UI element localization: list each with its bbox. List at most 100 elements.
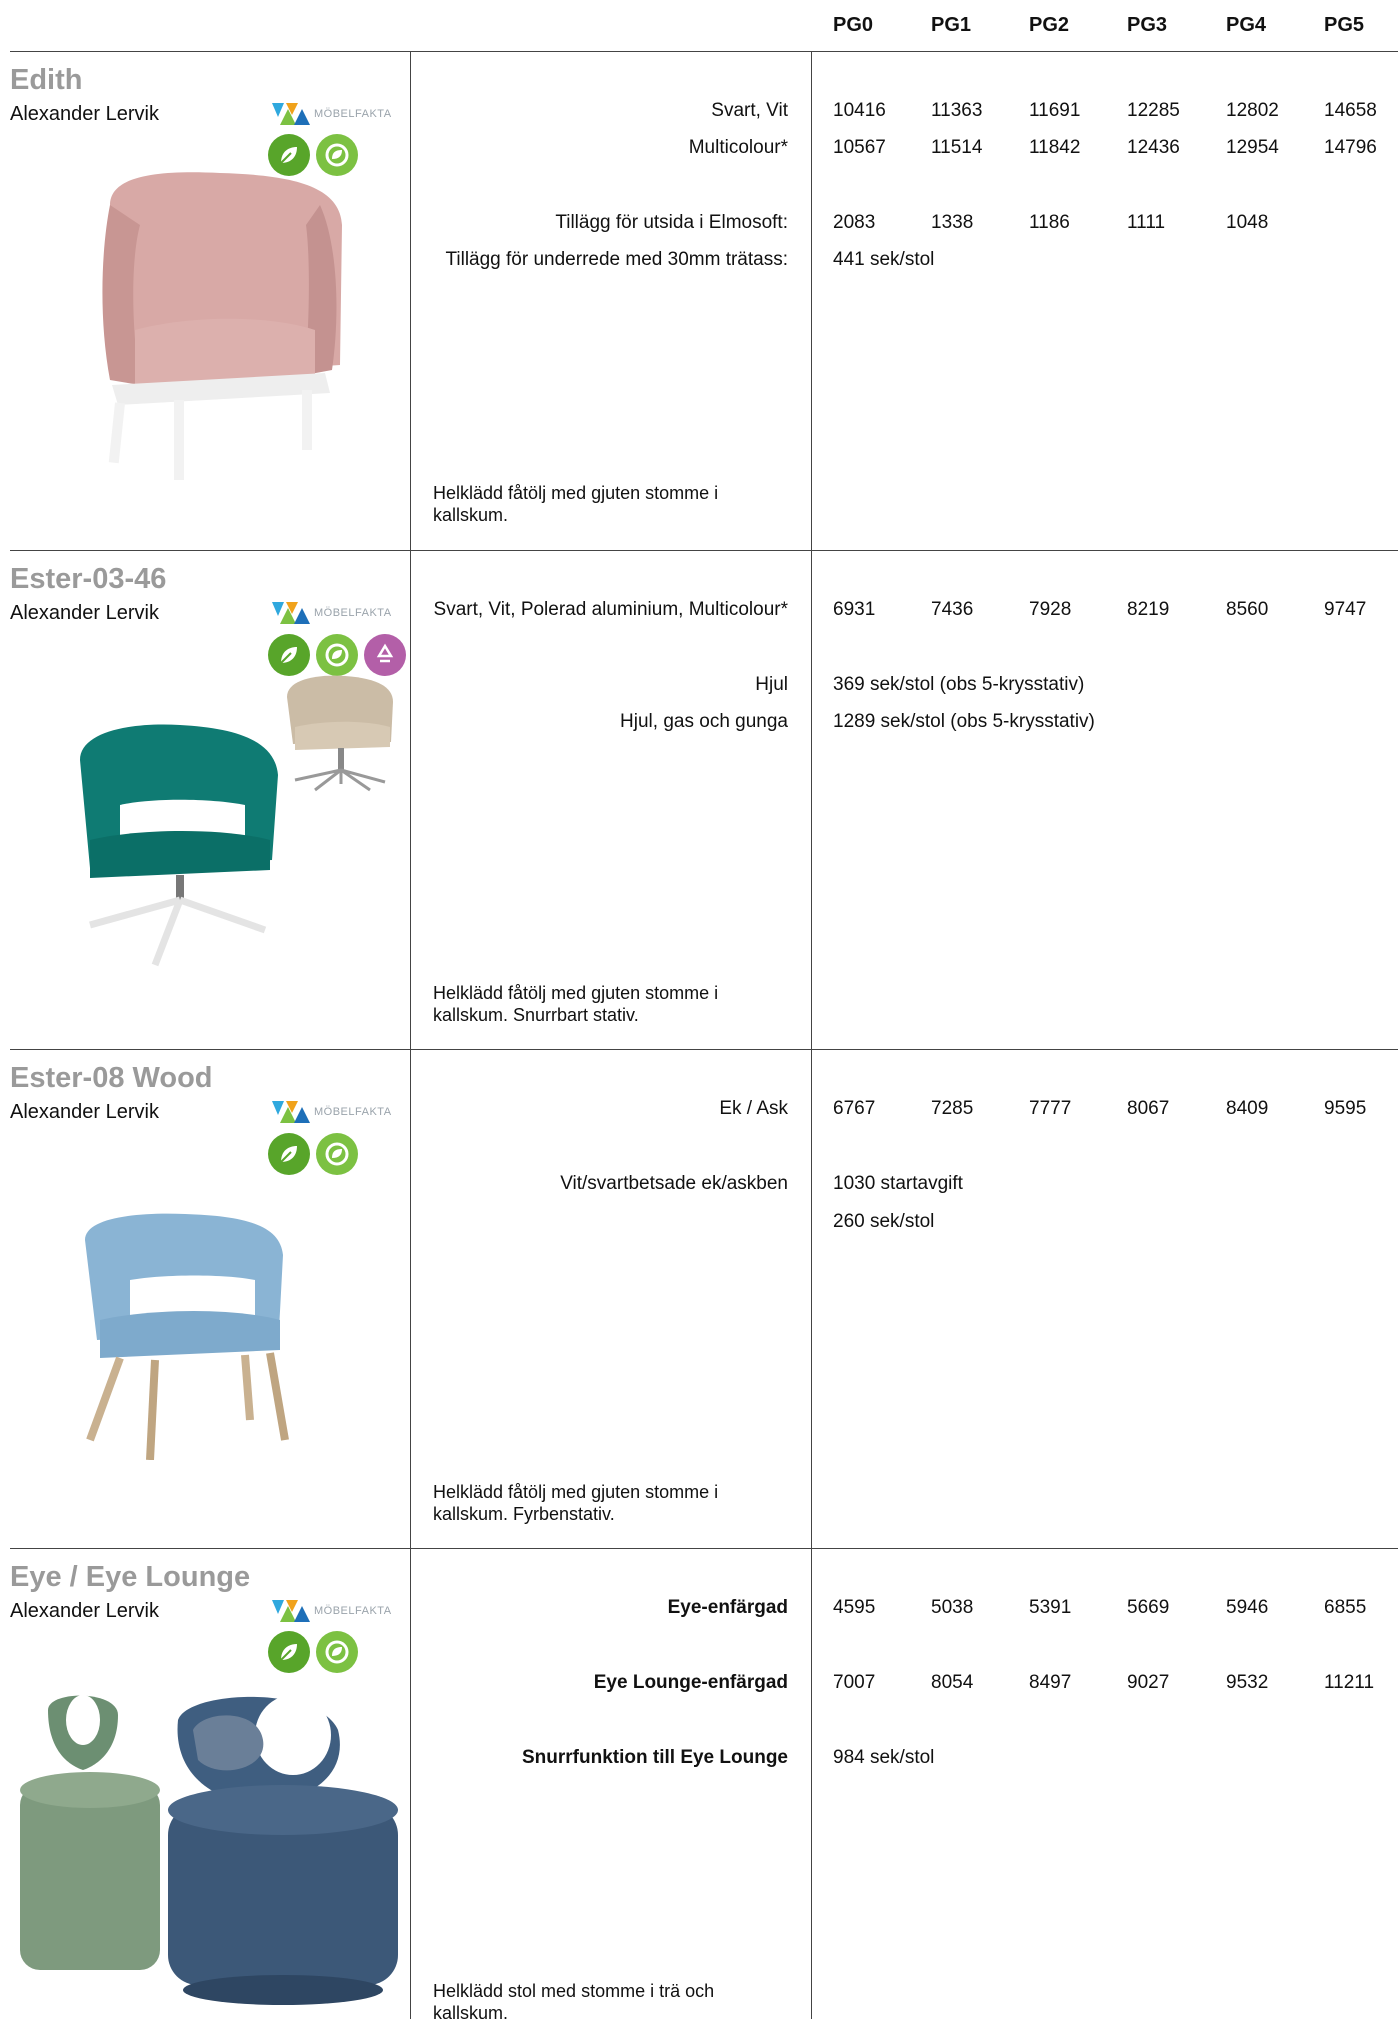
divider bbox=[10, 1548, 1398, 1549]
price-pg2: 7928 bbox=[1029, 599, 1072, 620]
price-group-header: PG0 PG1 PG2 PG3 PG4 PG5 bbox=[0, 0, 1399, 52]
mobelfakta-logo-icon: MÖBELFAKTA bbox=[272, 103, 392, 125]
price-pg3: 1111 bbox=[1127, 212, 1166, 233]
price-pg2: 11691 bbox=[1029, 100, 1081, 121]
price-pg5: 14796 bbox=[1324, 137, 1377, 158]
ester-swivel-teal-image bbox=[80, 724, 278, 967]
price-pg2: 5391 bbox=[1029, 1597, 1072, 1618]
mobelfakta-logo-text: MÖBELFAKTA bbox=[314, 1106, 392, 1118]
price-pg4: 9532 bbox=[1226, 1672, 1269, 1693]
mobelfakta-logo-text: MÖBELFAKTA bbox=[314, 108, 392, 120]
column-divider bbox=[410, 51, 411, 2019]
mobelfakta-logo-text: MÖBELFAKTA bbox=[314, 607, 392, 619]
eye-chairs-image bbox=[20, 1695, 398, 2005]
product-designer: Alexander Lervik bbox=[10, 602, 159, 624]
variant-label: Vit/svartbetsade ek/askben bbox=[560, 1173, 788, 1194]
price-note: 984 sek/stol bbox=[833, 1747, 935, 1768]
divider bbox=[10, 51, 1398, 52]
price-pg0: 6767 bbox=[833, 1098, 876, 1119]
product-designer: Alexander Lervik bbox=[10, 1600, 159, 1622]
variant-label: Svart, Vit bbox=[711, 100, 788, 121]
eco-badges bbox=[268, 1133, 358, 1175]
price-pg3: 9027 bbox=[1127, 1672, 1170, 1693]
price-pg1: 5038 bbox=[931, 1597, 974, 1618]
header-pg0: PG0 bbox=[833, 14, 874, 36]
recycle-leaf-icon bbox=[316, 634, 358, 676]
price-pg5: 6855 bbox=[1324, 1597, 1367, 1618]
mobelfakta-logo-text: MÖBELFAKTA bbox=[314, 1605, 392, 1617]
price-pg4: 8560 bbox=[1226, 599, 1269, 620]
variant-label: Svart, Vit, Polerad aluminium, Multicolo… bbox=[433, 599, 788, 620]
price-note: 1030 startavgift bbox=[833, 1173, 963, 1194]
product-designer: Alexander Lervik bbox=[10, 103, 159, 125]
eco-badges bbox=[268, 1631, 358, 1673]
price-pg4: 8409 bbox=[1226, 1098, 1269, 1119]
eco-badges bbox=[268, 634, 406, 676]
product-description: Helklädd fåtölj med gjuten stomme i kall… bbox=[433, 1482, 719, 1524]
price-pg0: 10416 bbox=[833, 100, 886, 121]
header-pg3: PG3 bbox=[1127, 14, 1168, 36]
product-name: Edith bbox=[10, 64, 83, 96]
price-note: 369 sek/stol (obs 5-krysstativ) bbox=[833, 674, 1085, 695]
price-pg0: 2083 bbox=[833, 212, 876, 233]
leaf-icon bbox=[268, 634, 310, 676]
header-pg4: PG4 bbox=[1226, 14, 1267, 36]
product-name: Ester-08 Wood bbox=[10, 1062, 213, 1094]
price-pg4: 12954 bbox=[1226, 137, 1279, 158]
variant-label: Eye Lounge-enfärgad bbox=[593, 1672, 788, 1693]
price-pg1: 8054 bbox=[931, 1672, 974, 1693]
recycle-leaf-icon bbox=[316, 1631, 358, 1673]
recycle-leaf-icon bbox=[316, 1133, 358, 1175]
price-pg2: 7777 bbox=[1029, 1098, 1072, 1119]
price-pg1: 7436 bbox=[931, 599, 974, 620]
price-pg1: 11363 bbox=[931, 100, 983, 121]
price-pg5: 9595 bbox=[1324, 1098, 1367, 1119]
price-pg2: 1186 bbox=[1029, 212, 1070, 233]
price-pg0: 4595 bbox=[833, 1597, 876, 1618]
header-pg1: PG1 bbox=[931, 14, 972, 36]
price-pg5: 14658 bbox=[1324, 100, 1377, 121]
price-note: 1289 sek/stol (obs 5-krysstativ) bbox=[833, 711, 1095, 732]
price-pg3: 8067 bbox=[1127, 1098, 1170, 1119]
leaf-icon bbox=[268, 1631, 310, 1673]
recycle-icon bbox=[364, 634, 406, 676]
price-pg3: 12436 bbox=[1127, 137, 1180, 158]
price-pg5: 11211 bbox=[1324, 1672, 1375, 1693]
mobelfakta-logo-icon: MÖBELFAKTA bbox=[272, 1600, 392, 1622]
mobelfakta-logo-icon: MÖBELFAKTA bbox=[272, 1101, 392, 1123]
column-divider bbox=[811, 51, 812, 2019]
variant-label: Eye-enfärgad bbox=[667, 1597, 788, 1618]
ester-wood-chair-image bbox=[85, 1213, 289, 1460]
price-pg4: 12802 bbox=[1226, 100, 1279, 121]
price-pg1: 1338 bbox=[931, 212, 974, 233]
mobelfakta-logo-icon: MÖBELFAKTA bbox=[272, 602, 392, 624]
leaf-icon bbox=[268, 1133, 310, 1175]
variant-label: Tillägg för underrede med 30mm trätass: bbox=[445, 249, 788, 270]
price-pg2: 11842 bbox=[1029, 137, 1081, 158]
price-pg5: 9747 bbox=[1324, 599, 1367, 620]
price-pg2: 8497 bbox=[1029, 1672, 1072, 1693]
price-pg3: 8219 bbox=[1127, 599, 1170, 620]
price-pg0: 6931 bbox=[833, 599, 876, 620]
price-pg1: 11514 bbox=[931, 137, 983, 158]
divider bbox=[10, 1049, 1398, 1050]
product-description: Helklädd stol med stomme i trä och kalls… bbox=[433, 1981, 715, 2023]
product-description: Helklädd fåtölj med gjuten stomme i kall… bbox=[433, 483, 719, 525]
divider bbox=[10, 550, 1398, 551]
price-note: 441 sek/stol bbox=[833, 249, 935, 270]
edith-chair-image bbox=[102, 172, 342, 480]
price-pg4: 1048 bbox=[1226, 212, 1269, 233]
price-pg0: 10567 bbox=[833, 137, 886, 158]
price-pg0: 7007 bbox=[833, 1672, 876, 1693]
product-designer: Alexander Lervik bbox=[10, 1101, 159, 1123]
variant-label: Tillägg för utsida i Elmosoft: bbox=[555, 212, 788, 233]
header-pg5: PG5 bbox=[1324, 14, 1365, 36]
product-name: Eye / Eye Lounge bbox=[10, 1561, 251, 1593]
variant-label: Hjul bbox=[755, 674, 788, 695]
variant-label: Multicolour* bbox=[688, 137, 788, 158]
product-name: Ester-03-46 bbox=[10, 563, 167, 595]
variant-label: Ek / Ask bbox=[719, 1098, 788, 1119]
header-pg2: PG2 bbox=[1029, 14, 1070, 36]
price-pg3: 5669 bbox=[1127, 1597, 1170, 1618]
price-pg1: 7285 bbox=[931, 1098, 974, 1119]
